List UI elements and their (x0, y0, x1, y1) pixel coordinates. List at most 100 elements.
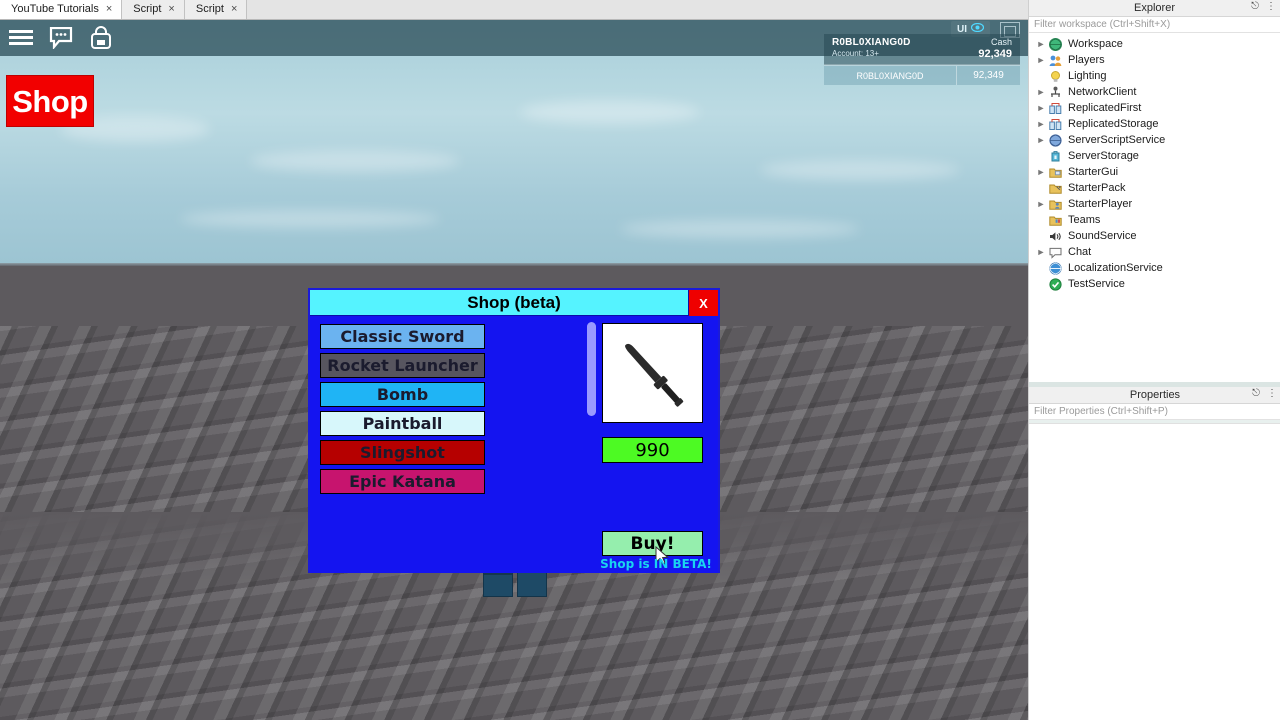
explorer-item-serverscriptservice[interactable]: ► ServerScriptService (1029, 132, 1280, 148)
tab-youtube-tutorials[interactable]: YouTube Tutorials × (0, 0, 123, 19)
chevron-right-icon[interactable]: ► (1035, 135, 1047, 145)
lighting-icon (1047, 69, 1063, 83)
properties-filter-placeholder: Filter Properties (Ctrl+Shift+P) (1034, 406, 1168, 417)
player-header-row: R0BL0XIANG0D Account: 13+ Cash 92,349 (824, 34, 1020, 65)
backpack-icon[interactable] (88, 25, 114, 51)
starterpack-icon (1047, 181, 1063, 195)
katana-sword-image (625, 343, 684, 407)
close-icon[interactable]: × (168, 3, 174, 15)
chevron-right-icon[interactable]: ► (1035, 39, 1047, 49)
chevron-right-icon[interactable]: ► (1035, 247, 1047, 257)
chevron-right-icon[interactable]: ► (1035, 87, 1047, 97)
serverstorage-icon (1047, 149, 1063, 163)
chevron-right-icon[interactable]: ► (1035, 167, 1047, 177)
starterplayer-icon (1047, 197, 1063, 211)
properties-list (1029, 424, 1280, 720)
localizationservice-icon (1047, 261, 1063, 275)
explorer-item-localizationservice[interactable]: ► LocalizationService (1029, 260, 1280, 276)
properties-panel-header: Properties ⎋ ⋮ (1029, 387, 1280, 404)
game-viewport[interactable]: UI R0BL0XIANG0D Account: 13+ Cash 92,349… (0, 20, 1028, 720)
explorer-item-label: ServerScriptService (1068, 134, 1166, 146)
workspace-icon (1047, 37, 1063, 51)
explorer-item-replicatedfirst[interactable]: ► ReplicatedFirst (1029, 100, 1280, 116)
teams-icon (1047, 213, 1063, 227)
explorer-item-players[interactable]: ► Players (1029, 52, 1280, 68)
shop-item-classic-sword[interactable]: Classic Sword (320, 324, 485, 349)
item-label: Rocket Launcher (327, 356, 478, 375)
tab-label: Script (195, 3, 224, 15)
shop-close-button[interactable]: X (688, 290, 718, 316)
explorer-item-label: ReplicatedFirst (1068, 102, 1142, 114)
shop-title-bar: Shop (beta) X (310, 290, 718, 316)
tab-script-2[interactable]: Script × (184, 0, 248, 19)
menu-dots-icon[interactable]: ⋮ (1266, 2, 1276, 12)
tab-label: YouTube Tutorials (11, 3, 99, 15)
item-price: 990 (602, 437, 703, 463)
shop-scrollbar-thumb[interactable] (587, 322, 596, 416)
explorer-item-label: Workspace (1068, 38, 1123, 50)
chevron-right-icon[interactable]: ► (1035, 119, 1047, 129)
replicatedfirst-icon (1047, 101, 1063, 115)
leaderboard-player-name: R0BL0XIANG0D (856, 70, 924, 81)
player-stats-panel: R0BL0XIANG0D Account: 13+ Cash 92,349 R0… (824, 34, 1020, 85)
explorer-item-chat[interactable]: ► Chat (1029, 244, 1280, 260)
studio-window: YouTube Tutorials × Script × Script × UI… (0, 0, 1280, 720)
close-icon[interactable]: × (231, 3, 237, 15)
player-name: R0BL0XIANG0D (832, 37, 911, 48)
shop-logo: Shop (6, 75, 94, 127)
explorer-item-label: NetworkClient (1068, 86, 1137, 98)
popout-icon[interactable]: ⎋ (1252, 389, 1260, 399)
explorer-item-teams[interactable]: ► Teams (1029, 212, 1280, 228)
explorer-item-startergui[interactable]: ► StarterGui (1029, 164, 1280, 180)
chevron-right-icon[interactable]: ► (1035, 55, 1047, 65)
leaderboard-row: R0BL0XIANG0D 92,349 (824, 65, 1020, 85)
shop-body: Classic Sword Rocket Launcher Bomb Paint… (310, 316, 718, 573)
networkclient-icon (1047, 85, 1063, 99)
shop-title: Shop (beta) (467, 292, 561, 312)
popout-icon[interactable]: ⎋ (1251, 2, 1259, 12)
close-icon[interactable]: × (106, 3, 112, 15)
item-preview-box (602, 323, 703, 423)
shop-item-paintball[interactable]: Paintball (320, 411, 485, 436)
chat-icon[interactable] (48, 25, 74, 51)
tab-script-1[interactable]: Script × (122, 0, 185, 19)
player-account-type: Account: 13+ (832, 49, 879, 58)
shop-item-bomb[interactable]: Bomb (320, 382, 485, 407)
shop-item-epic-katana[interactable]: Epic Katana (320, 469, 485, 494)
properties-filter-input[interactable]: Filter Properties (Ctrl+Shift+P) (1029, 404, 1280, 420)
explorer-item-testservice[interactable]: ► TestService (1029, 276, 1280, 292)
buy-button[interactable]: Buy! (602, 531, 703, 556)
testservice-icon (1047, 277, 1063, 291)
explorer-item-label: Players (1068, 54, 1105, 66)
shop-scrollbar[interactable] (587, 322, 596, 566)
explorer-panel-header: Explorer ⎋ ⋮ (1029, 0, 1280, 17)
explorer-item-soundservice[interactable]: ► SoundService (1029, 228, 1280, 244)
explorer-item-serverstorage[interactable]: ► ServerStorage (1029, 148, 1280, 164)
shop-item-slingshot[interactable]: Slingshot (320, 440, 485, 465)
chevron-right-icon[interactable]: ► (1035, 103, 1047, 113)
explorer-item-starterpack[interactable]: ► StarterPack (1029, 180, 1280, 196)
explorer-item-label: Lighting (1068, 70, 1107, 82)
item-label: Paintball (362, 414, 443, 433)
right-dock: Explorer ⎋ ⋮ Filter workspace (Ctrl+Shif… (1028, 0, 1280, 720)
ui-toggle-label: UI (957, 23, 967, 35)
properties-panel: Properties ⎋ ⋮ Filter Properties (Ctrl+S… (1029, 387, 1280, 720)
explorer-filter-input[interactable]: Filter workspace (Ctrl+Shift+X) (1029, 17, 1280, 33)
explorer-item-lighting[interactable]: ► Lighting (1029, 68, 1280, 84)
explorer-item-networkclient[interactable]: ► NetworkClient (1029, 84, 1280, 100)
explorer-item-label: StarterGui (1068, 166, 1119, 178)
chevron-right-icon[interactable]: ► (1035, 199, 1047, 209)
cash-column-label: Cash (990, 37, 1012, 47)
hamburger-menu-icon[interactable] (8, 25, 34, 51)
explorer-item-replicatedstorage[interactable]: ► ReplicatedStorage (1029, 116, 1280, 132)
players-icon (1047, 53, 1063, 67)
explorer-item-label: StarterPlayer (1068, 198, 1133, 210)
menu-dots-icon[interactable]: ⋮ (1267, 389, 1277, 399)
properties-title: Properties (1129, 389, 1181, 401)
explorer-filter-placeholder: Filter workspace (Ctrl+Shift+X) (1034, 19, 1171, 30)
shop-item-rocket-launcher[interactable]: Rocket Launcher (320, 353, 485, 378)
explorer-item-starterplayer[interactable]: ► StarterPlayer (1029, 196, 1280, 212)
shop-dialog: Shop (beta) X Classic Sword Rocket Launc… (308, 288, 720, 573)
item-label: Slingshot (360, 443, 445, 462)
explorer-item-workspace[interactable]: ► Workspace (1029, 36, 1280, 52)
